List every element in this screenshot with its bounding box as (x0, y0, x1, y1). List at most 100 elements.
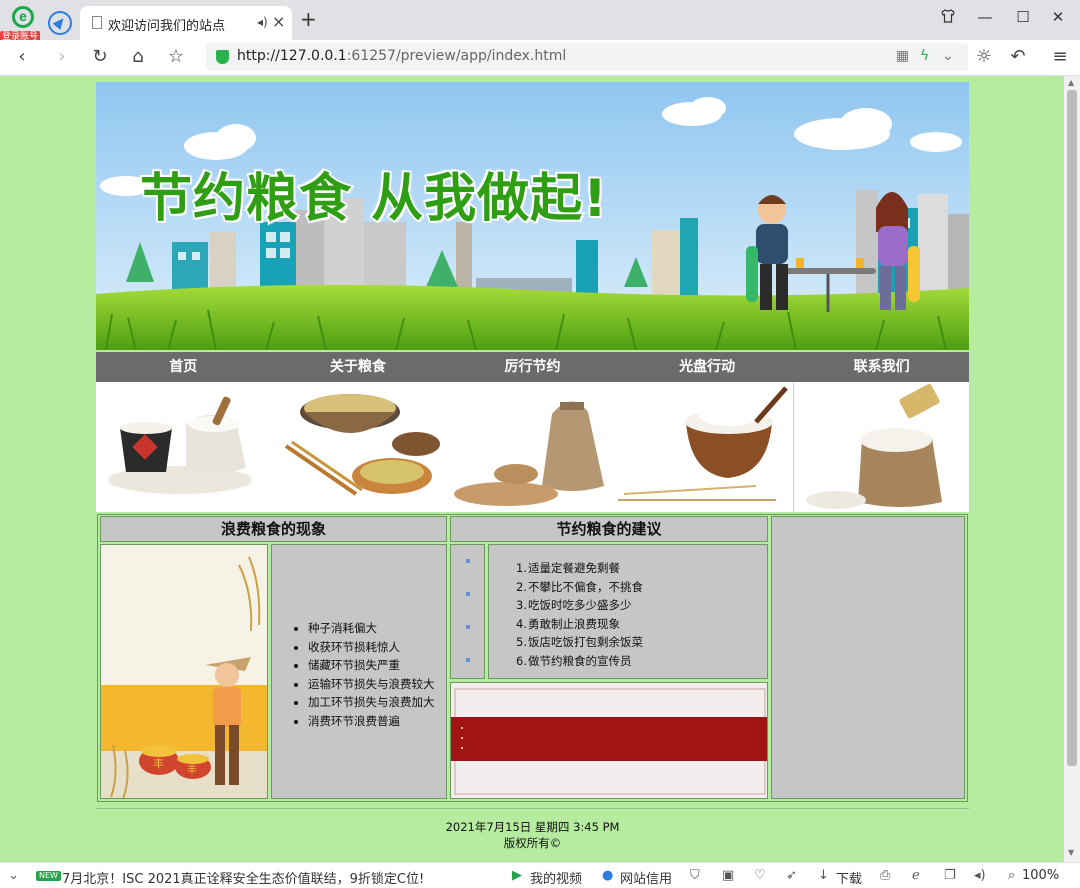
banner-title: 节约粮食 从我做起! (139, 168, 609, 231)
shield-check-icon[interactable]: ⛉ (690, 868, 700, 883)
rice-sack-image (806, 384, 942, 509)
waste-list-cell: 种子消耗偏大 收获环节损耗惊人 储藏环节损失严重 运输环节损失与浪费较大 加工环… (271, 544, 447, 799)
advice-list-cell: 1.适量定餐避免剩餐 2.不攀比不偏食，不挑食 3.吃饭时吃多少盛多少 4.勇敢… (488, 544, 768, 679)
nav-item-home[interactable]: 首页 (96, 352, 271, 382)
list-item: 收获环节损耗惊人 (308, 638, 435, 657)
download-icon[interactable]: ↓ (818, 868, 829, 883)
burlap-sack-image (454, 401, 604, 506)
list-item: 消费环节浪费普遍 (308, 712, 435, 731)
bullet-image-cell (450, 544, 485, 679)
bullet-icon (466, 559, 470, 563)
lightning-icon[interactable]: ϟ (920, 48, 929, 64)
home-icon[interactable]: ⌂ (126, 45, 150, 69)
basket-char-right: 丰 (187, 763, 197, 776)
footer-date: 2021年7月15日 星期四 3:45 PM (445, 820, 620, 834)
red-banner-image (451, 683, 767, 798)
footer-divider (96, 808, 969, 809)
brightness-icon[interactable]: ☼ (972, 45, 996, 69)
site-credit-link[interactable]: 网站信用 (620, 868, 672, 887)
star-icon[interactable]: ☆ (164, 45, 188, 69)
url-field[interactable]: http://127.0.0.1:61257/preview/app/index… (237, 48, 566, 64)
video-icon[interactable]: ▶ (512, 868, 522, 883)
grain-images (108, 384, 942, 509)
browser-tab[interactable]: 欢迎访问我们的站点 ◂) × (80, 6, 292, 40)
rice-jar-image (108, 396, 252, 494)
maximize-icon[interactable]: ☐ (1011, 8, 1035, 26)
list-item: 储藏环节损失严重 (308, 656, 435, 675)
advice-heading: 节约粮食的建议 (450, 516, 768, 542)
basket-char-left: 丰 (153, 757, 164, 770)
zoom-icon[interactable]: ⌕ (1008, 868, 1015, 883)
undo-icon[interactable]: ↶ (1006, 45, 1030, 69)
download-link[interactable]: 下载 (836, 868, 862, 887)
grain-image-strip (96, 382, 969, 512)
zoom-level[interactable]: 100% (1022, 868, 1059, 883)
flour-bowl-image (618, 386, 788, 501)
qr-code-icon[interactable]: ▦ (896, 48, 909, 64)
reload-icon[interactable]: ↻ (88, 45, 112, 69)
window-icon[interactable]: ❐ (944, 868, 956, 883)
advice-list: 1.适量定餐避免剩餐 2.不攀比不偏食，不挑食 3.吃饭时吃多少盛多少 4.勇敢… (515, 559, 643, 670)
heart-pulse-icon[interactable]: ♡ (754, 868, 766, 883)
chevron-down-icon[interactable]: ⌄ (8, 868, 19, 883)
browser-e-icon[interactable]: ℯ (912, 868, 920, 883)
close-window-icon[interactable]: ✕ (1046, 8, 1070, 26)
new-tab-button[interactable]: + (300, 9, 317, 29)
nav-item-contact[interactable]: 联系我们 (794, 352, 969, 382)
scroll-up-icon[interactable]: ▲ (1068, 78, 1074, 87)
shield-icon (216, 50, 229, 64)
printer-icon[interactable]: ⎙ (880, 868, 890, 883)
nav-item-about-grain[interactable]: 关于粮食 (271, 352, 446, 382)
droplet-icon[interactable]: ● (602, 868, 613, 883)
scrollbar-thumb[interactable] (1067, 90, 1077, 766)
vertical-scrollbar[interactable]: ▲ ▼ (1064, 76, 1080, 862)
scroll-down-icon[interactable]: ▼ (1068, 848, 1074, 857)
list-item: 2.不攀比不偏食，不挑食 (516, 579, 643, 594)
tab-title: 欢迎访问我们的站点 (108, 19, 226, 34)
farmer-poster-image: 丰 丰 (101, 545, 267, 798)
browser-toolbar: ‹ › ↻ ⌂ ☆ http://127.0.0.1:61257/preview… (0, 40, 1080, 76)
list-item: 6.做节约粮食的宣传员 (516, 653, 632, 668)
back-icon[interactable]: ‹ (10, 45, 34, 69)
nav-item-thrift[interactable]: 厉行节约 (445, 352, 620, 382)
footer-copyright: 版权所有© (503, 836, 562, 850)
list-item: 运输环节损失与浪费较大 (308, 675, 435, 694)
list-item: 种子消耗偏大 (308, 619, 435, 638)
new-badge: NEW (36, 871, 61, 881)
list-item: 3.吃饭时吃多少盛多少 (516, 598, 632, 612)
chevron-down-icon[interactable]: ⌄ (942, 48, 954, 64)
bullet-icon (466, 625, 470, 629)
compass-icon[interactable] (48, 11, 72, 35)
farmer-poster-cell: 丰 丰 (100, 544, 268, 799)
shirt-icon[interactable] (936, 8, 960, 28)
browser-tab-bar: e 登录账号 欢迎访问我们的站点 ◂) × + — ☐ ✕ (0, 0, 1080, 44)
minimize-icon[interactable]: — (973, 8, 997, 26)
list-item: 4.勇敢制止浪费现象 (516, 616, 620, 631)
forward-icon[interactable]: › (50, 45, 74, 69)
volume-icon[interactable]: ◂) (974, 868, 986, 883)
strip-divider (793, 382, 794, 512)
bullet-icon (466, 592, 470, 596)
banner: 节约粮食 从我做起! (96, 82, 969, 350)
speaker-icon[interactable]: ◂) (257, 15, 268, 29)
nav-item-clean-plate[interactable]: 光盘行动 (620, 352, 795, 382)
list-item: 5.饭店吃饭打包剩余饭菜 (516, 635, 643, 649)
menu-icon[interactable]: ≡ (1048, 45, 1072, 69)
list-item: 加工环节损失与浪费加大 (308, 693, 435, 712)
status-bar: ⌄ NEW 7月北京！ISC 2021真正诠释安全生态价值联结，9折锁定C位! … (0, 862, 1080, 888)
news-ticker[interactable]: 7月北京！ISC 2021真正诠释安全生态价值联结，9折锁定C位! (62, 868, 424, 887)
address-bar[interactable]: http://127.0.0.1:61257/preview/app/index… (206, 43, 968, 71)
main-nav: 首页 关于粮食 厉行节约 光盘行动 联系我们 (96, 352, 969, 382)
waste-list: 种子消耗偏大 收获环节损耗惊人 储藏环节损失严重 运输环节损失与浪费较大 加工环… (308, 619, 435, 730)
close-tab-icon[interactable]: × (272, 12, 285, 31)
red-banner-cell (450, 682, 768, 799)
page-viewport: 节约粮食 从我做起! 首页 关于粮食 厉行节约 光盘行动 联系我们 浪费粮食的现… (0, 76, 1064, 862)
bean-bowls-image (284, 394, 440, 496)
my-video-link[interactable]: 我的视频 (530, 868, 582, 887)
waste-heading: 浪费粮食的现象 (100, 516, 447, 542)
content-table: 浪费粮食的现象 节约粮食的建议 丰 丰 • 种子消耗偏大 • 收获环节损耗惊人 … (97, 514, 968, 802)
bullet-icon (466, 658, 470, 662)
document-icon (92, 16, 102, 29)
rocket-icon[interactable]: ➶ (786, 868, 797, 883)
image-icon[interactable]: ▣ (722, 868, 734, 883)
